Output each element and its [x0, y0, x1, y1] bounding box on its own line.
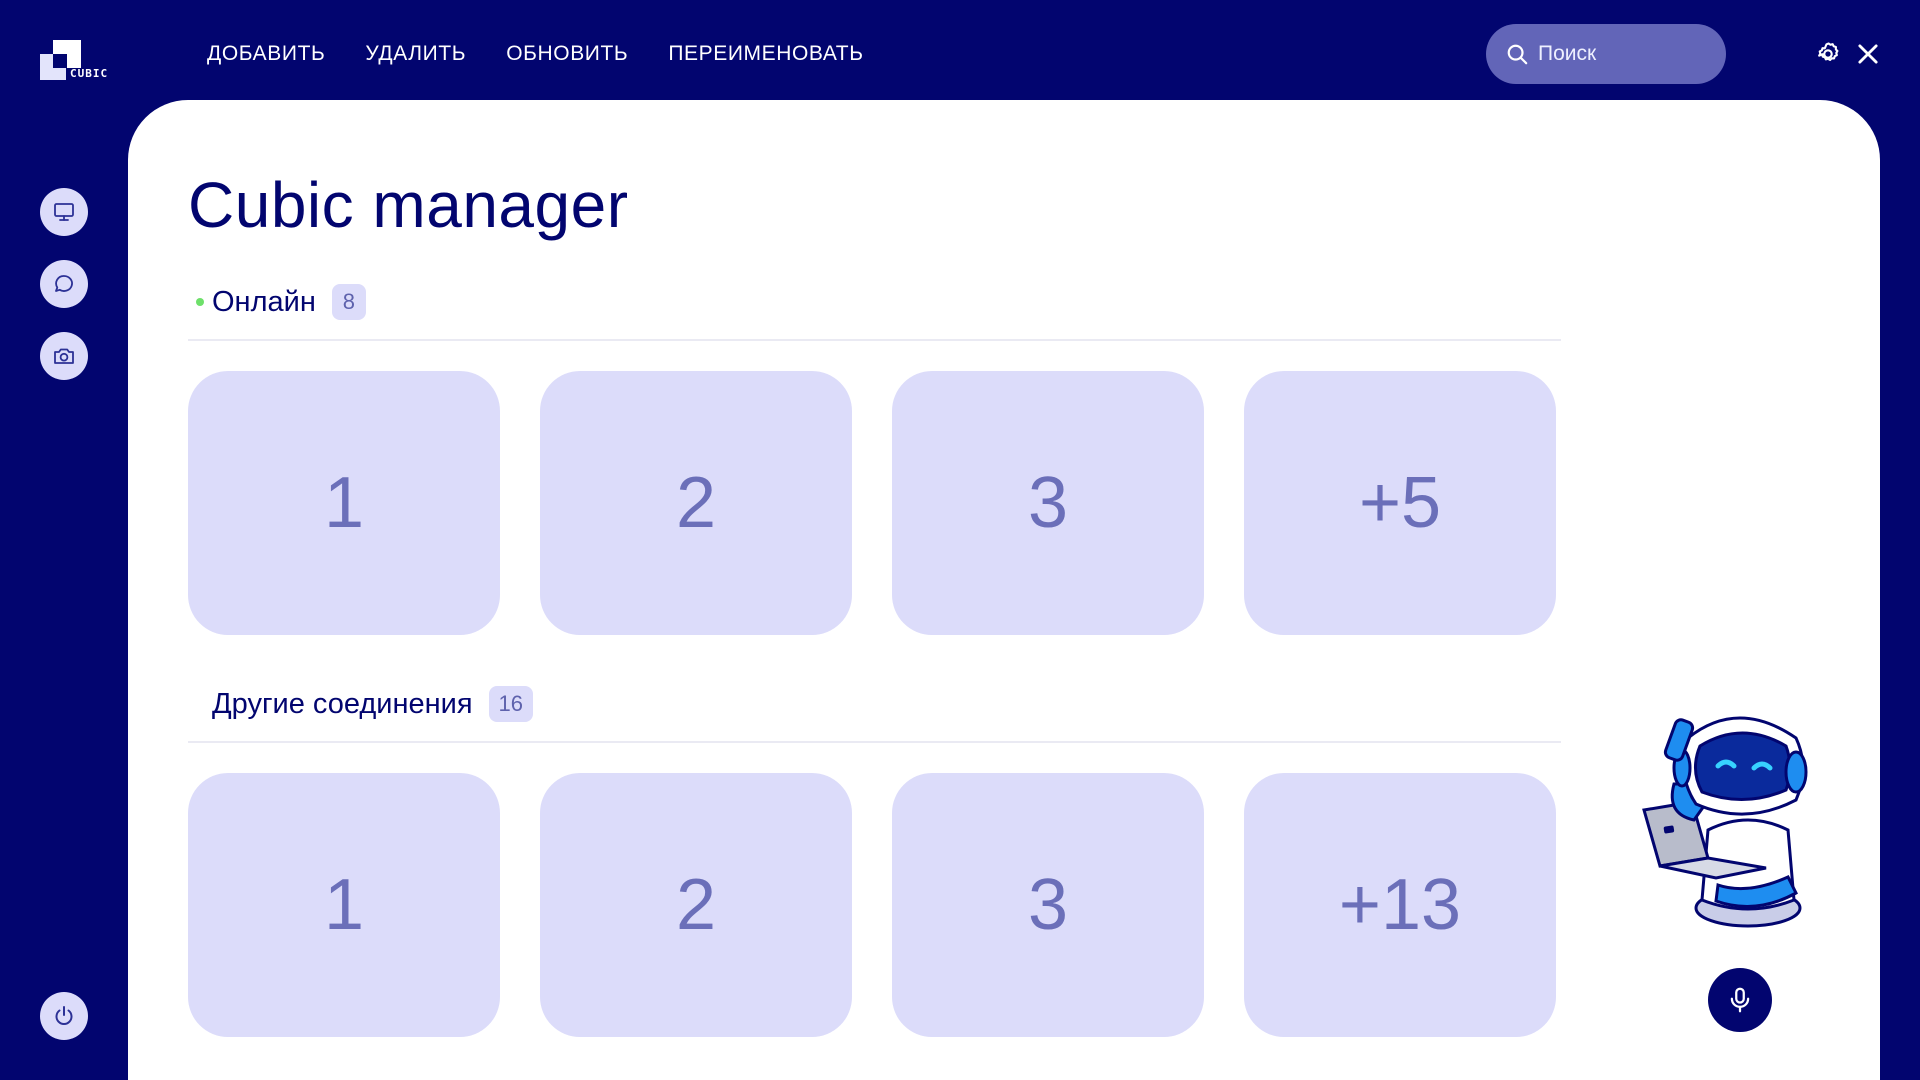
search-box[interactable]	[1486, 24, 1726, 84]
power-icon	[55, 1006, 73, 1025]
menu-add[interactable]: ДОБАВИТЬ	[207, 42, 325, 66]
monitor-icon	[54, 203, 74, 221]
online-more-tile[interactable]: +5	[1244, 371, 1556, 635]
microphone-icon	[1730, 987, 1750, 1013]
sidebar-item-monitor[interactable]	[40, 188, 88, 236]
online-tile[interactable]: 2	[540, 371, 852, 635]
other-tile[interactable]: 1	[188, 773, 500, 1037]
logo-text: CUBIC	[70, 67, 109, 80]
online-status-dot	[196, 298, 204, 306]
menu-rename[interactable]: ПЕРЕИМЕНОВАТЬ	[668, 42, 863, 66]
section-online-header: Онлайн 8	[188, 284, 366, 320]
section-online-count-badge: 8	[331, 284, 366, 320]
search-input[interactable]	[1538, 42, 1708, 66]
chat-bubble-icon	[55, 275, 73, 292]
search-icon	[1507, 44, 1528, 65]
top-menu: ДОБАВИТЬ УДАЛИТЬ ОБНОВИТЬ ПЕРЕИМЕНОВАТЬ	[207, 42, 864, 66]
sidebar-item-camera[interactable]	[40, 332, 88, 380]
other-tile[interactable]: 3	[892, 773, 1204, 1037]
other-more-tile[interactable]: +13	[1244, 773, 1556, 1037]
section-other-label: Другие соединения	[212, 687, 473, 720]
divider	[188, 339, 1561, 341]
other-tile[interactable]: 2	[540, 773, 852, 1037]
main-panel: Cubic manager Онлайн 8 1 2 3 +5 Другие с…	[128, 100, 1880, 1080]
close-icon[interactable]	[1854, 40, 1882, 68]
logo-square	[53, 54, 67, 68]
gear-icon[interactable]	[1814, 40, 1842, 68]
section-online-label: Онлайн	[212, 285, 316, 318]
online-tile[interactable]: 1	[188, 371, 500, 635]
page-title: Cubic manager	[188, 169, 629, 241]
divider	[188, 741, 1561, 743]
robot-mascot	[1642, 716, 1808, 928]
section-other-count-badge: 16	[488, 686, 534, 722]
other-tiles: 1 2 3 +13	[188, 773, 1556, 1037]
section-other-header: Другие соединения 16	[212, 686, 534, 722]
menu-delete[interactable]: УДАЛИТЬ	[365, 42, 466, 66]
online-tiles: 1 2 3 +5	[188, 371, 1556, 635]
menu-refresh[interactable]: ОБНОВИТЬ	[506, 42, 628, 66]
online-tile[interactable]: 3	[892, 371, 1204, 635]
power-button[interactable]	[40, 992, 88, 1040]
camera-icon	[54, 348, 74, 364]
microphone-button[interactable]	[1708, 968, 1772, 1032]
sidebar-item-chat[interactable]	[40, 260, 88, 308]
cubic-logo: CUBIC	[40, 38, 120, 84]
